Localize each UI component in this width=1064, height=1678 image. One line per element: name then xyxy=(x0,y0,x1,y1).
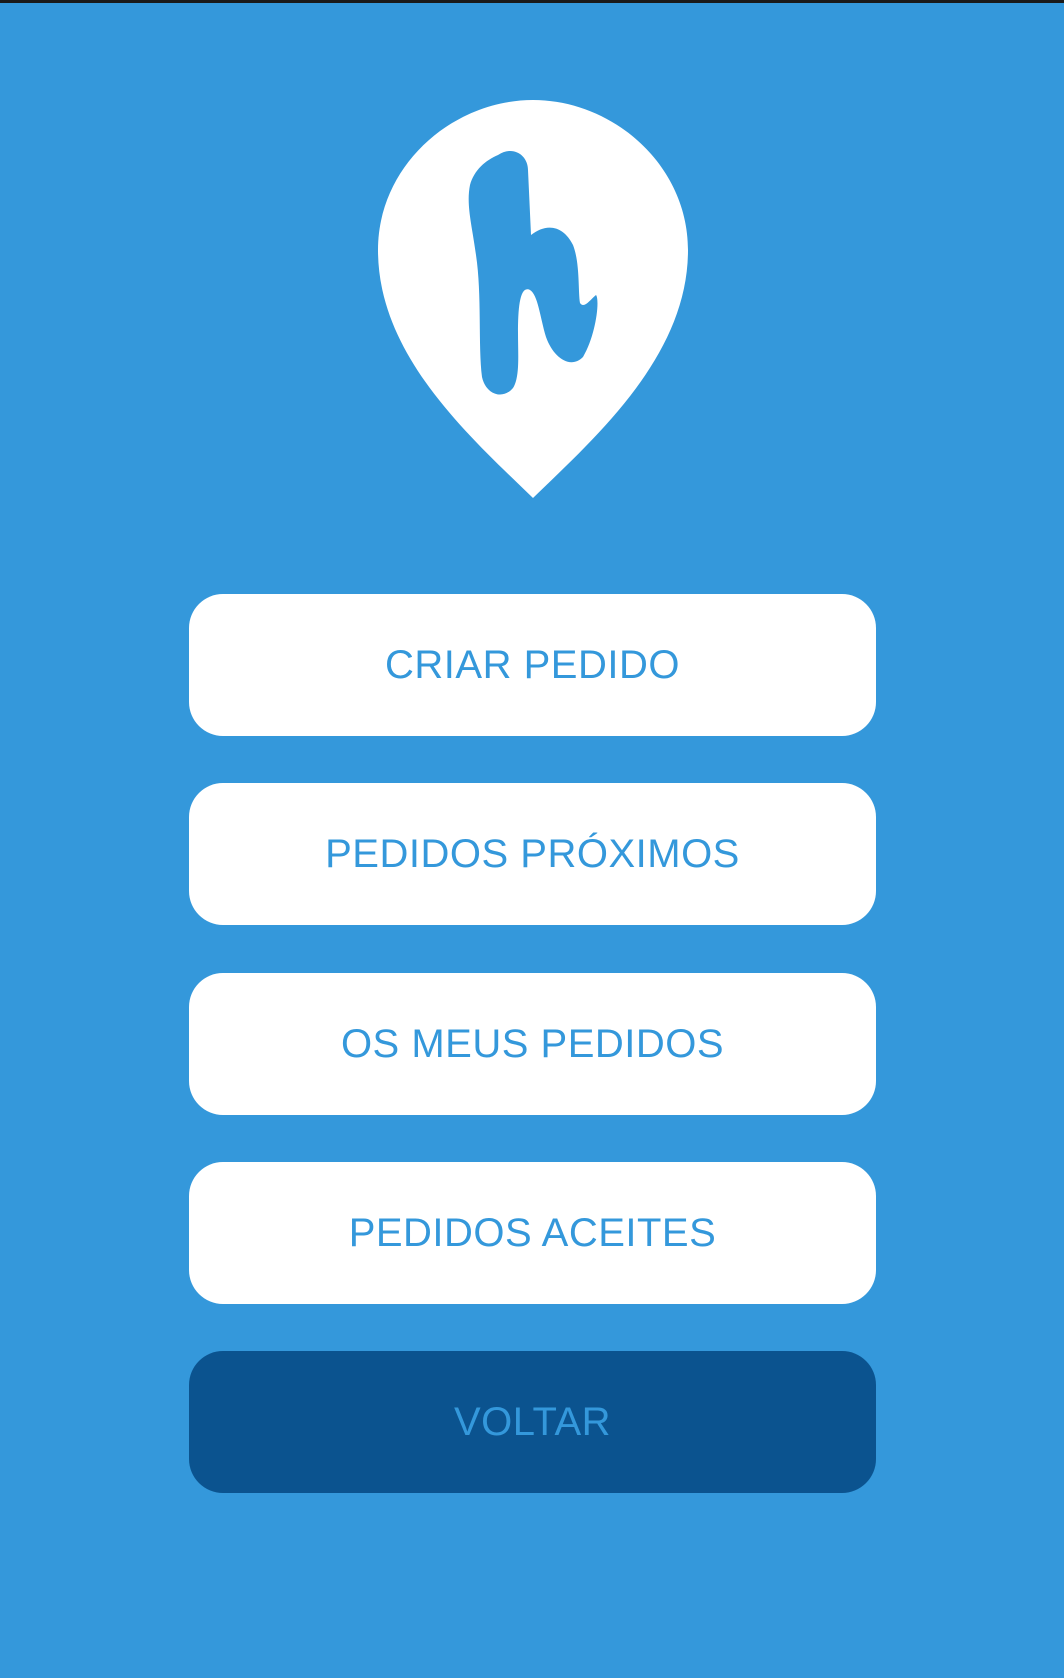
my-orders-button[interactable]: OS MEUS PEDIDOS xyxy=(189,973,876,1115)
my-orders-label: OS MEUS PEDIDOS xyxy=(340,1021,725,1066)
create-order-button[interactable]: CRIAR PEDIDO xyxy=(189,594,876,736)
create-order-label: CRIAR PEDIDO xyxy=(385,642,680,687)
accepted-orders-button[interactable]: PEDIDOS ACEITES xyxy=(189,1162,876,1304)
back-label: VOLTAR xyxy=(453,1399,612,1444)
nearby-orders-button[interactable]: PEDIDOS PRÓXIMOS xyxy=(189,783,876,925)
accepted-orders-label: PEDIDOS ACEITES xyxy=(348,1210,717,1255)
nearby-orders-label: PEDIDOS PRÓXIMOS xyxy=(325,831,740,876)
back-button[interactable]: VOLTAR xyxy=(189,1351,876,1493)
main-menu-screen: CRIAR PEDIDO PEDIDOS PRÓXIMOS OS MEUS PE… xyxy=(0,0,1064,1678)
map-pin-h-logo-icon xyxy=(378,95,688,500)
status-bar-edge xyxy=(0,0,1064,3)
